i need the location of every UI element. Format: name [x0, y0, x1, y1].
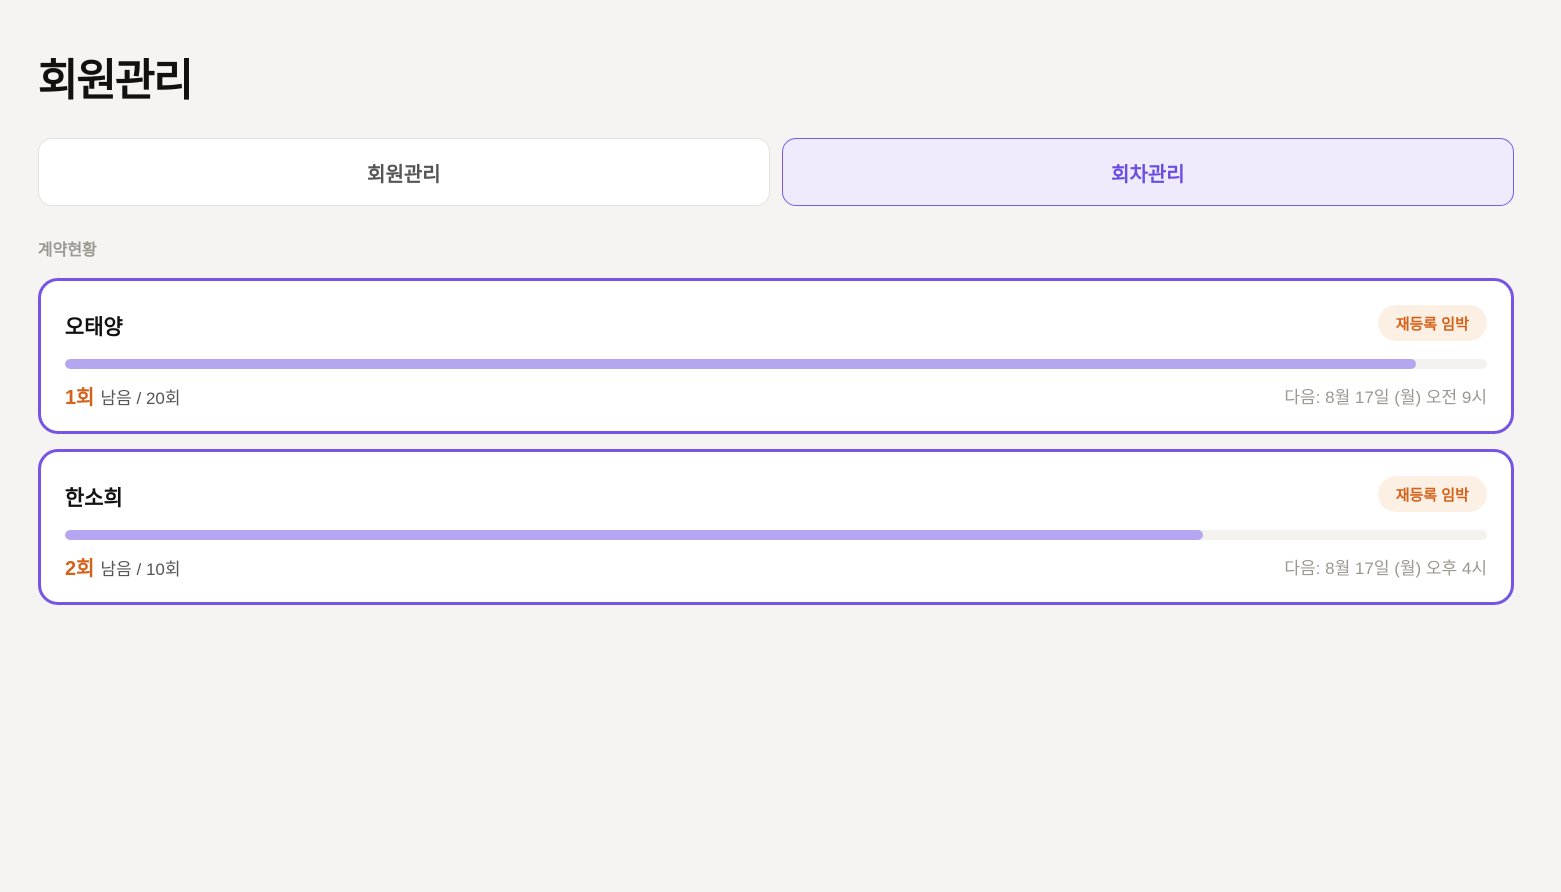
remaining-count: 1회 — [65, 387, 95, 409]
member-card-list: 오태양 재등록 임박 1회 남음 / 20회 다음: 8월 17일 (월) 오전… — [38, 278, 1514, 620]
member-card[interactable]: 오태양 재등록 임박 1회 남음 / 20회 다음: 8월 17일 (월) 오전… — [38, 278, 1514, 434]
tab-bar: 회원관리 회차관리 — [38, 138, 1514, 206]
member-name: 한소희 — [65, 487, 123, 510]
remaining-total: 남음 / 20회 — [100, 389, 181, 408]
session-progress-fill — [65, 530, 1203, 540]
renewal-badge: 재등록 임박 — [1377, 305, 1487, 341]
remaining-sessions: 1회 남음 / 20회 — [65, 381, 181, 410]
session-progress-bar — [65, 530, 1487, 540]
page-title: 회원관리 — [38, 56, 194, 105]
next-session: 다음: 8월 17일 (월) 오후 4시 — [1284, 559, 1487, 578]
session-progress-bar — [65, 359, 1487, 369]
page: 회원관리 회원관리 회차관리 계약현황 오태양 재등록 임박 1회 남음 / 2… — [0, 0, 1561, 892]
session-progress-fill — [65, 359, 1416, 369]
next-session: 다음: 8월 17일 (월) 오전 9시 — [1284, 388, 1487, 407]
renewal-badge: 재등록 임박 — [1377, 476, 1487, 512]
tab-member-management[interactable]: 회원관리 — [38, 138, 770, 206]
member-name: 오태양 — [65, 316, 123, 339]
remaining-total: 남음 / 10회 — [100, 560, 181, 579]
section-label-contract-status: 계약현황 — [38, 242, 97, 259]
member-card[interactable]: 한소희 재등록 임박 2회 남음 / 10회 다음: 8월 17일 (월) 오후… — [38, 449, 1514, 605]
remaining-count: 2회 — [65, 558, 95, 580]
remaining-sessions: 2회 남음 / 10회 — [65, 552, 181, 581]
tab-session-management[interactable]: 회차관리 — [782, 138, 1514, 206]
